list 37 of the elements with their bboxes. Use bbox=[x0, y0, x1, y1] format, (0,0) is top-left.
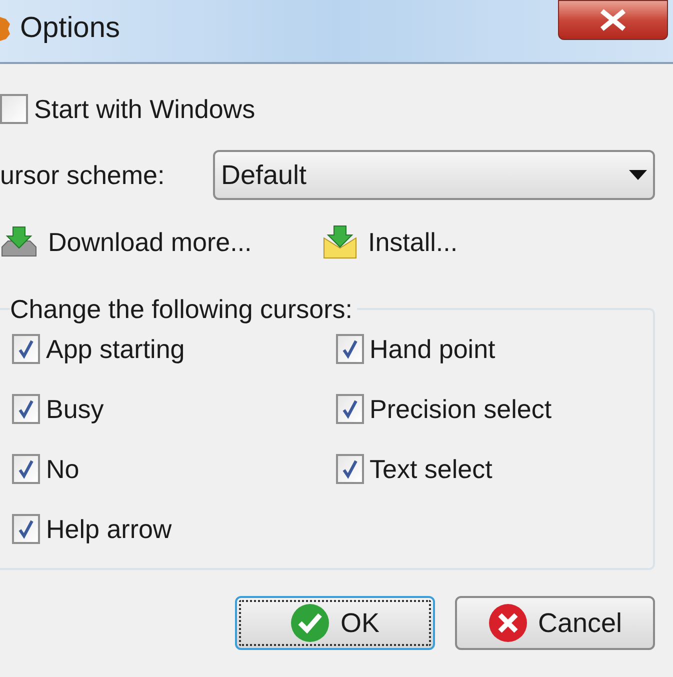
checkbox[interactable] bbox=[12, 454, 40, 484]
checkmark-icon bbox=[18, 519, 34, 539]
checkmark-icon bbox=[18, 459, 34, 479]
checkbox-label: Text select bbox=[370, 452, 492, 486]
checkbox[interactable] bbox=[336, 394, 364, 424]
link-button[interactable]: Install... bbox=[322, 222, 458, 262]
link-button[interactable]: Download more... bbox=[0, 222, 322, 262]
window-title: Options bbox=[20, 11, 120, 46]
download-tray-icon bbox=[0, 225, 38, 259]
checkmark-icon bbox=[18, 399, 34, 419]
checkbox[interactable] bbox=[12, 514, 40, 544]
check-circle-icon bbox=[290, 603, 330, 643]
scheme-dropdown[interactable]: Default bbox=[213, 150, 655, 200]
checkbox[interactable] bbox=[12, 394, 40, 424]
close-circle-icon bbox=[488, 603, 528, 643]
checkbox-label: App starting bbox=[46, 332, 185, 366]
checkbox-label: Precision select bbox=[370, 392, 552, 426]
envelope-arrow-icon bbox=[322, 224, 358, 260]
ok-button[interactable]: OK bbox=[235, 596, 435, 650]
close-button[interactable] bbox=[558, 0, 668, 40]
checkbox-label: No bbox=[46, 452, 80, 486]
checkbox-label: Busy bbox=[46, 392, 104, 426]
checkbox[interactable] bbox=[0, 94, 28, 124]
field-label: ursor scheme: bbox=[0, 158, 166, 192]
checkmark-icon bbox=[18, 339, 34, 359]
dropdown-arrow-icon bbox=[629, 170, 647, 180]
checkbox[interactable] bbox=[336, 454, 364, 484]
checkbox-label: Help arrow bbox=[46, 512, 172, 546]
cancel-button[interactable]: Cancel bbox=[455, 596, 655, 650]
close-icon bbox=[598, 9, 628, 31]
checkbox-label: Start with Windows bbox=[34, 92, 256, 126]
checkbox[interactable] bbox=[12, 334, 40, 364]
checkmark-icon bbox=[342, 339, 358, 359]
checkbox[interactable] bbox=[336, 334, 364, 364]
checkbox-label: Hand point bbox=[370, 332, 496, 366]
checkmark-icon bbox=[342, 399, 358, 419]
checkmark-icon bbox=[342, 459, 358, 479]
